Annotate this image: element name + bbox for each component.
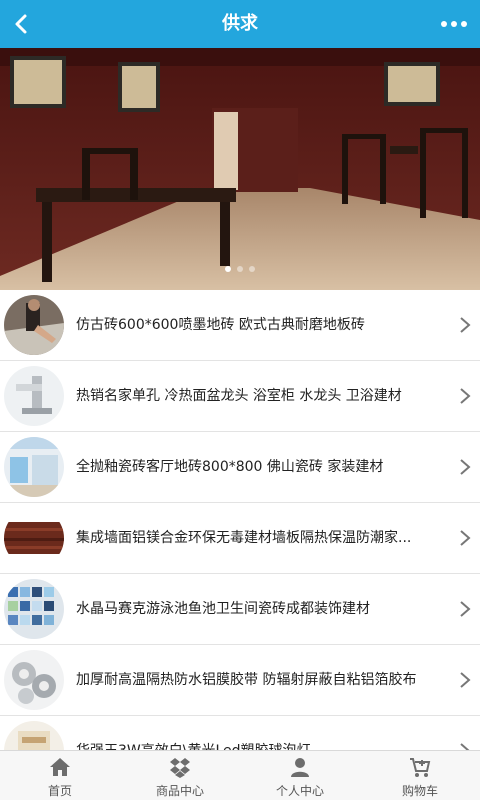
carousel-dot[interactable] [237, 266, 243, 272]
chevron-right-icon [460, 459, 471, 475]
home-icon [50, 758, 70, 776]
product-thumbnail [4, 508, 64, 568]
chevron-right-icon [460, 601, 471, 617]
tab-label: 商品中心 [155, 784, 204, 798]
tab-label: 个人中心 [275, 784, 324, 798]
list-item[interactable]: 集成墙面铝镁合金环保无毒建材墙板隔热保温防潮家... [0, 503, 480, 574]
list-item[interactable]: 加厚耐高温隔热防水铝膜胶带 防辐射屏蔽自粘铝箔胶布 [0, 645, 480, 716]
more-menu-icon[interactable] [440, 14, 468, 34]
carousel-indicator [0, 257, 480, 276]
tab-cart[interactable]: 购物车 [360, 751, 480, 800]
carousel-dot[interactable] [249, 266, 255, 272]
cart-icon [410, 758, 431, 777]
tab-personal-center[interactable]: 个人中心 [240, 751, 360, 800]
chevron-right-icon [460, 672, 471, 688]
tab-product-center[interactable]: 商品中心 [120, 751, 240, 800]
product-thumbnail [4, 579, 64, 639]
product-thumbnail [4, 721, 64, 750]
dropbox-icon [170, 758, 190, 778]
tab-home[interactable]: 首页 [0, 751, 120, 800]
chevron-right-icon [460, 743, 470, 750]
product-title: 仿古砖600*600喷墨地砖 欧式古典耐磨地板砖 [76, 317, 365, 333]
list-item[interactable]: 华强王3W高效白\黄光Led塑胶球泡灯 [0, 716, 480, 750]
chevron-right-icon [460, 388, 471, 404]
product-thumbnail [4, 366, 64, 426]
page-title: 供求 [222, 13, 258, 34]
list-item[interactable]: 仿古砖600*600喷墨地砖 欧式古典耐磨地板砖 [0, 290, 480, 361]
product-title: 加厚耐高温隔热防水铝膜胶带 防辐射屏蔽自粘铝箔胶布 [76, 672, 417, 688]
product-list: 仿古砖600*600喷墨地砖 欧式古典耐磨地板砖 热销名家单孔 冷热面盆龙头 浴… [0, 290, 480, 750]
chevron-right-icon [460, 530, 471, 546]
list-item[interactable]: 水晶马赛克游泳池鱼池卫生间瓷砖成都装饰建材 [0, 574, 480, 645]
product-title: 全抛釉瓷砖客厅地砖800*800 佛山瓷砖 家装建材 [76, 459, 384, 475]
product-title: 热销名家单孔 冷热面盆龙头 浴室柜 水龙头 卫浴建材 [76, 388, 402, 404]
banner-carousel[interactable] [0, 48, 480, 290]
carousel-dot[interactable] [225, 266, 231, 272]
banner-image [0, 48, 480, 290]
list-item[interactable]: 全抛釉瓷砖客厅地砖800*800 佛山瓷砖 家装建材 [0, 432, 480, 503]
product-thumbnail [4, 650, 64, 710]
tab-label: 首页 [47, 784, 72, 798]
top-bar: 供求 [0, 0, 480, 48]
product-title: 华强王3W高效白\黄光Led塑胶球泡灯 [76, 716, 440, 750]
product-thumbnail [4, 437, 64, 497]
list-item[interactable]: 热销名家单孔 冷热面盆龙头 浴室柜 水龙头 卫浴建材 [0, 361, 480, 432]
tab-label: 购物车 [401, 784, 438, 798]
product-thumbnail [4, 295, 64, 355]
bottom-tab-bar: 首页 商品中心 个人中心 购物车 [0, 750, 480, 800]
product-title: 集成墙面铝镁合金环保无毒建材墙板隔热保温防潮家... [76, 530, 412, 546]
product-title: 水晶马赛克游泳池鱼池卫生间瓷砖成都装饰建材 [76, 601, 370, 617]
chevron-right-icon [460, 317, 471, 333]
user-icon [291, 758, 309, 777]
